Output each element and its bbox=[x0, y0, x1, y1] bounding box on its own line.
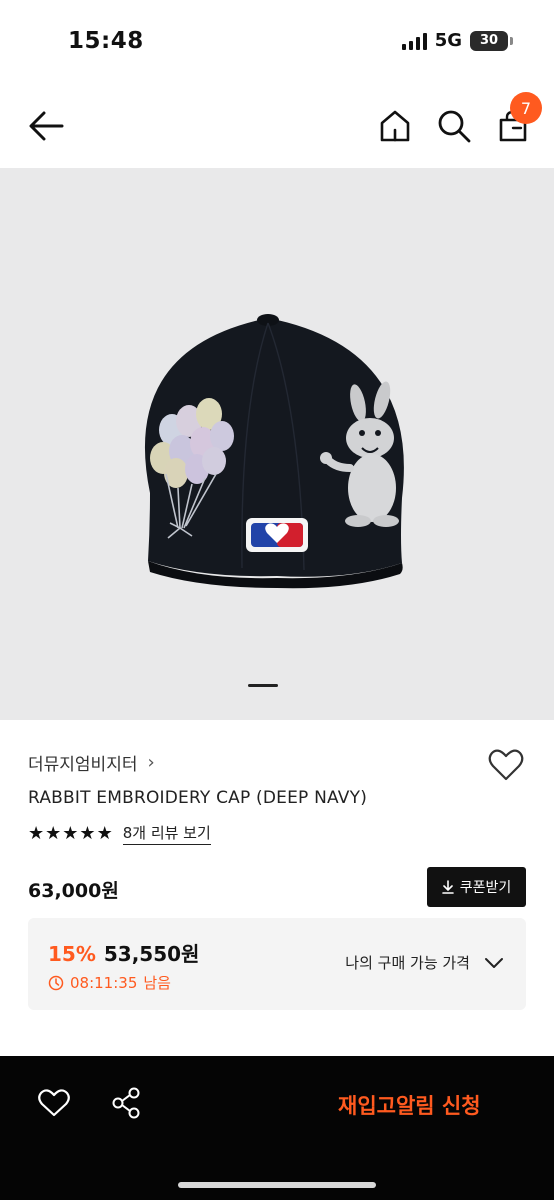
signal-icon bbox=[401, 32, 427, 50]
search-icon[interactable] bbox=[436, 108, 472, 144]
sale-price-box: 15% 53,550원 08:11:35 남음 나의 구매 가능 가격 bbox=[28, 918, 526, 1010]
bottom-action-bar: 재입고알림 신청 bbox=[0, 1056, 554, 1200]
star-icon: ★ bbox=[45, 822, 62, 844]
battery-icon: 30 bbox=[470, 30, 513, 51]
back-arrow-icon[interactable] bbox=[26, 108, 66, 144]
rating-stars: ★ ★ ★ ★ ★ bbox=[28, 822, 113, 844]
share-icon[interactable] bbox=[110, 1086, 142, 1120]
status-indicators: 5G 30 bbox=[401, 30, 513, 51]
star-icon: ★ bbox=[62, 822, 79, 844]
my-price-label: 나의 구매 가능 가격 bbox=[345, 954, 470, 972]
coupon-button[interactable]: 쿠폰받기 bbox=[427, 867, 526, 907]
cap-illustration bbox=[144, 314, 404, 589]
status-bar: 15:48 5G 30 bbox=[0, 0, 554, 84]
download-icon bbox=[441, 880, 454, 894]
timer-suffix: 남음 bbox=[143, 974, 171, 992]
timer-value: 08:11:35 bbox=[70, 973, 138, 992]
sale-line: 15% 53,550원 bbox=[48, 938, 199, 967]
brand-name: 더뮤지엄비지터 bbox=[28, 755, 138, 775]
my-price-toggle[interactable]: 나의 구매 가능 가격 bbox=[345, 952, 504, 973]
top-nav-bar bbox=[0, 84, 554, 168]
heart-logo-patch bbox=[246, 518, 308, 552]
sale-percent: 15% bbox=[48, 942, 96, 966]
chevron-down-icon bbox=[485, 957, 503, 968]
restock-alert-button[interactable]: 재입고알림 신청 bbox=[338, 1090, 481, 1120]
star-icon: ★ bbox=[96, 822, 113, 844]
product-image[interactable] bbox=[0, 168, 554, 720]
coupon-label: 쿠폰받기 bbox=[459, 880, 512, 896]
carousel-indicator bbox=[248, 684, 278, 687]
sale-price: 53,550원 bbox=[103, 942, 200, 966]
network-label: 5G bbox=[434, 30, 462, 51]
clock-icon bbox=[48, 975, 64, 990]
product-name: RABBIT EMBROIDERY CAP (DEEP NAVY) bbox=[28, 788, 368, 808]
star-icon: ★ bbox=[79, 822, 96, 844]
heart-icon[interactable] bbox=[488, 748, 524, 782]
original-price: 63,000원 bbox=[28, 880, 119, 902]
chevron-right-icon: › bbox=[147, 752, 155, 773]
star-icon: ★ bbox=[28, 822, 45, 844]
brand-link[interactable]: 더뮤지엄비지터 › bbox=[28, 750, 155, 775]
sale-timer: 08:11:35 남음 bbox=[48, 972, 171, 993]
status-time: 15:48 bbox=[68, 28, 144, 54]
rating-row: ★ ★ ★ ★ ★ 8개 리뷰 보기 bbox=[28, 822, 211, 845]
cart-count-badge: 7 bbox=[510, 92, 542, 124]
home-icon[interactable] bbox=[378, 108, 412, 144]
home-indicator bbox=[178, 1182, 376, 1188]
review-link[interactable]: 8개 리뷰 보기 bbox=[122, 822, 211, 845]
heart-icon[interactable] bbox=[38, 1088, 70, 1118]
